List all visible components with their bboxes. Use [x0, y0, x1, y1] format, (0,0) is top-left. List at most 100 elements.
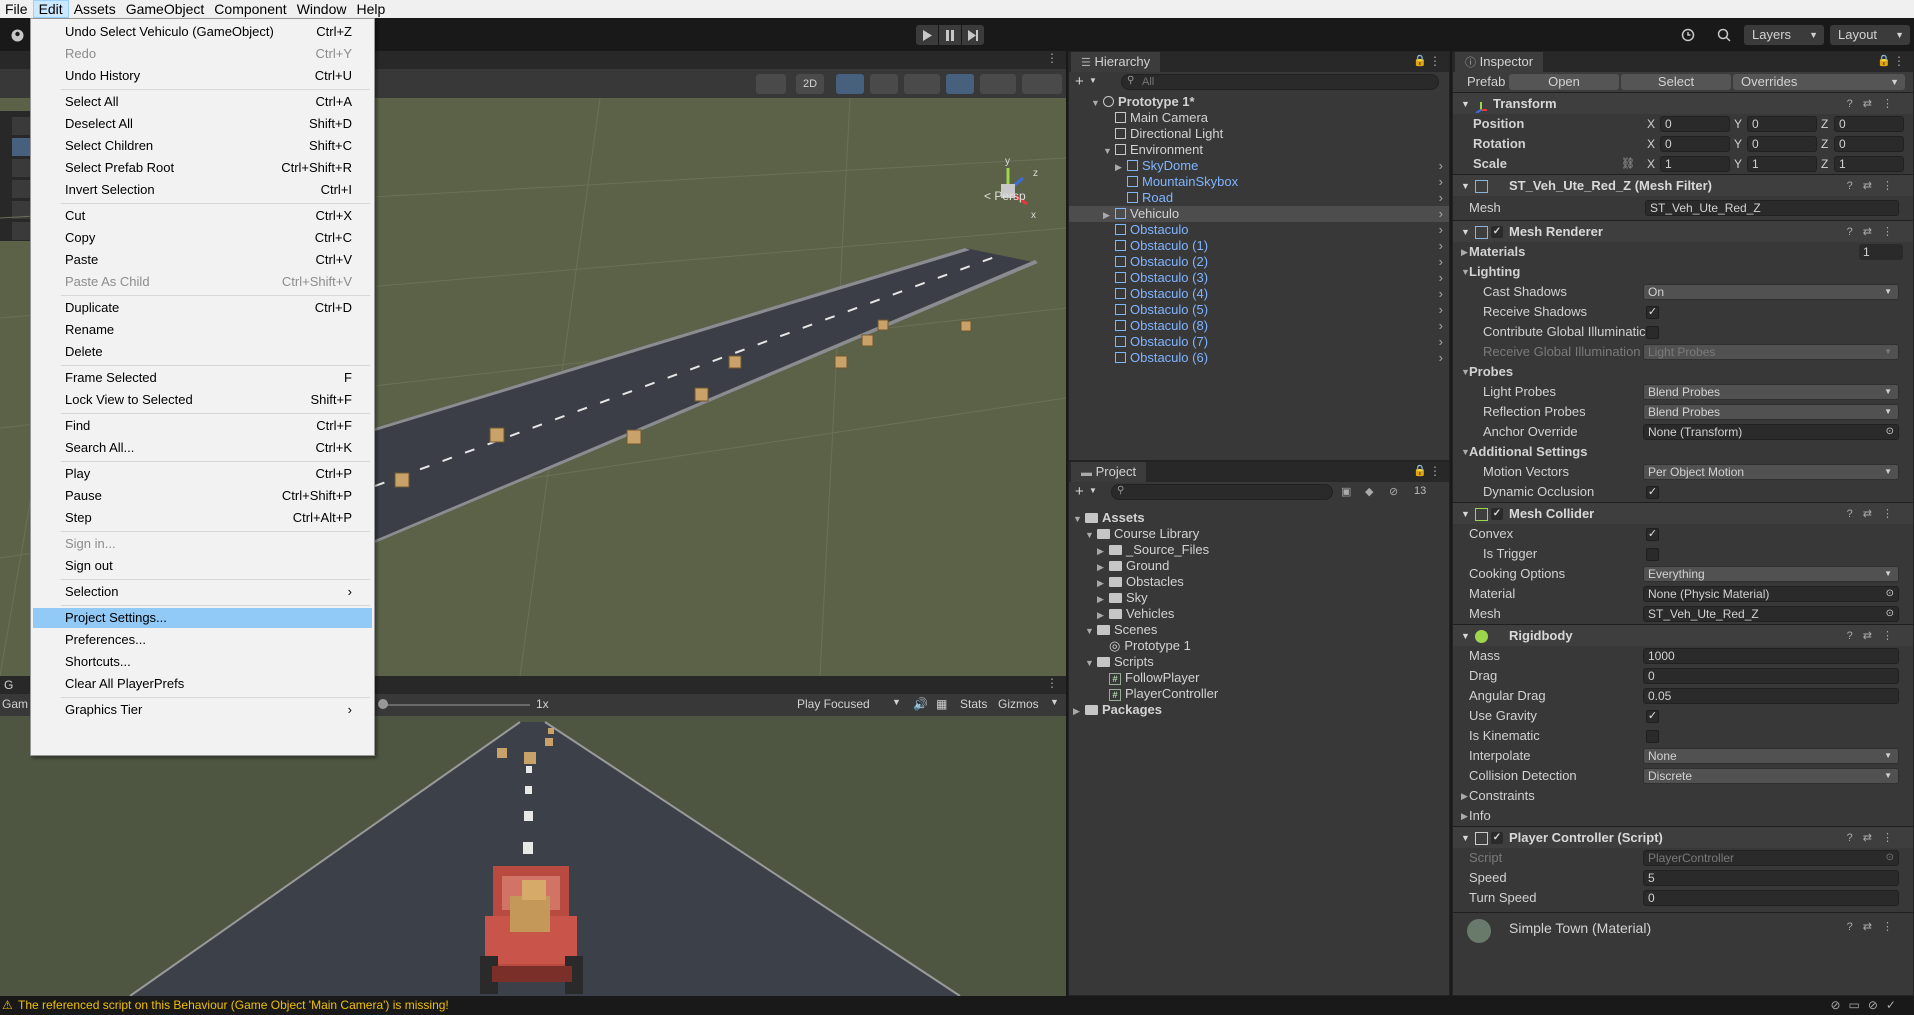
mute-audio-icon[interactable]: 🔊: [913, 697, 928, 711]
transform-rotation-y-field[interactable]: 0: [1747, 136, 1817, 152]
menu-item-sign-out[interactable]: Sign out: [31, 556, 374, 576]
hierarchy-item[interactable]: Obstaculo (2) ›: [1069, 254, 1449, 270]
chevron-right-icon[interactable]: ›: [1439, 222, 1443, 238]
mesh-renderer-enabled-checkbox[interactable]: ✓: [1491, 226, 1503, 238]
chevron-right-icon[interactable]: ›: [1439, 206, 1443, 222]
motion-vectors-dropdown[interactable]: Per Object Motion ▼: [1643, 464, 1899, 480]
fold-arrow-icon[interactable]: ▼: [1085, 527, 1097, 543]
collider-mesh-field[interactable]: ST_Veh_Ute_Red_Z ⊙: [1643, 606, 1899, 622]
audio-toggle-icon[interactable]: [870, 74, 898, 94]
dynamic-occlusion-checkbox[interactable]: ✓: [1646, 486, 1659, 499]
fold-arrow-icon[interactable]: ▼: [1461, 442, 1470, 462]
layout-dropdown[interactable]: Layout ▼: [1830, 25, 1910, 45]
project-item[interactable]: ▶ Packages: [1069, 702, 1449, 718]
hierarchy-item[interactable]: Obstaculo (3) ›: [1069, 270, 1449, 286]
more-menu-icon[interactable]: ⋮: [1893, 54, 1905, 68]
display-dropdown[interactable]: Gam: [2, 697, 28, 711]
component-actions-icon[interactable]: ?⇄⋮: [1847, 93, 1903, 115]
receive-gi-dropdown[interactable]: Light Probes ▼: [1643, 344, 1899, 360]
hidden-packages-icon[interactable]: ⊘: [1389, 485, 1398, 498]
menu-item-search-all[interactable]: Search All... Ctrl+K: [31, 438, 374, 458]
chevron-right-icon[interactable]: ›: [1439, 270, 1443, 286]
menu-item-cut[interactable]: Cut Ctrl+X: [31, 206, 374, 226]
chevron-right-icon[interactable]: ›: [1439, 238, 1443, 254]
account-icon[interactable]: [10, 25, 24, 45]
pause-button[interactable]: [939, 25, 961, 45]
more-menu-icon[interactable]: ⋮: [1046, 676, 1058, 690]
fold-arrow-icon[interactable]: ▼: [1461, 362, 1470, 382]
fold-arrow-icon[interactable]: ▶: [1097, 575, 1109, 591]
menu-component[interactable]: Component: [209, 0, 291, 18]
hierarchy-item[interactable]: Directional Light: [1069, 126, 1449, 142]
script-field[interactable]: PlayerController ⊙: [1643, 850, 1899, 866]
chevron-right-icon[interactable]: ›: [1439, 334, 1443, 350]
fold-arrow-icon[interactable]: ▶: [1073, 703, 1085, 719]
add-icon[interactable]: +: [1075, 483, 1084, 500]
is-trigger-checkbox[interactable]: [1646, 548, 1659, 561]
turn-speed-field[interactable]: 0: [1643, 890, 1899, 906]
constrain-proportions-icon[interactable]: ⛓: [1621, 154, 1635, 174]
draw-mode-icon[interactable]: [756, 74, 786, 94]
menu-help[interactable]: Help: [351, 0, 390, 18]
material-footer[interactable]: Simple Town (Material) ?⇄⋮: [1453, 912, 1913, 943]
more-menu-icon[interactable]: ⋮: [1429, 54, 1441, 68]
hierarchy-item[interactable]: MountainSkybox ›: [1069, 174, 1449, 190]
object-picker-icon[interactable]: ⊙: [1886, 587, 1894, 601]
status-tray-icons[interactable]: ⊘▭⊘✓: [1830, 996, 1904, 1015]
mesh-collider-enabled-checkbox[interactable]: ✓: [1491, 508, 1503, 520]
component-actions-icon[interactable]: ?⇄⋮: [1847, 920, 1903, 933]
hierarchy-item[interactable]: ▶ SkyDome ›: [1069, 158, 1449, 174]
fold-arrow-icon[interactable]: ▶: [1097, 543, 1109, 559]
project-item[interactable]: ▶ Sky: [1069, 590, 1449, 606]
transform-position-x-field[interactable]: 0: [1660, 116, 1730, 132]
mesh-filter-header[interactable]: ▼ ST_Veh_Ute_Red_Z (Mesh Filter) ?⇄⋮: [1453, 174, 1913, 196]
visibility-toggle-icon[interactable]: [946, 74, 974, 94]
menu-item-select-prefab-root[interactable]: Select Prefab Root Ctrl+Shift+R: [31, 158, 374, 178]
menu-item-preferences[interactable]: Preferences...: [31, 630, 374, 650]
anchor-override-field[interactable]: None (Transform) ⊙: [1643, 424, 1899, 440]
chevron-right-icon[interactable]: ›: [1439, 302, 1443, 318]
object-picker-icon[interactable]: ⊙: [1886, 425, 1894, 439]
prefab-select-button[interactable]: Select: [1621, 74, 1731, 90]
menu-item-pause[interactable]: Pause Ctrl+Shift+P: [31, 486, 374, 506]
speed-field[interactable]: 5: [1643, 870, 1899, 886]
convex-checkbox[interactable]: ✓: [1646, 528, 1659, 541]
chevron-right-icon[interactable]: ›: [1439, 158, 1443, 174]
hierarchy-item[interactable]: Obstaculo (4) ›: [1069, 286, 1449, 302]
transform-scale-y-field[interactable]: 1: [1747, 156, 1817, 172]
project-item[interactable]: ▶ Vehicles: [1069, 606, 1449, 622]
prefab-open-button[interactable]: Open: [1509, 74, 1619, 90]
project-item[interactable]: ▼ Assets: [1069, 510, 1449, 526]
menu-item-step[interactable]: Step Ctrl+Alt+P: [31, 508, 374, 528]
add-icon[interactable]: +: [1075, 73, 1084, 90]
project-item[interactable]: # FollowPlayer: [1069, 670, 1449, 686]
prefab-overrides-dropdown[interactable]: Overrides ▼: [1733, 74, 1905, 90]
cooking-options-dropdown[interactable]: Everything ▼: [1643, 566, 1899, 582]
menu-edit[interactable]: Edit: [32, 0, 69, 18]
step-button[interactable]: [962, 25, 984, 45]
interpolate-dropdown[interactable]: None ▼: [1643, 748, 1899, 764]
fold-arrow-icon[interactable]: ▼: [1085, 655, 1097, 671]
is-kinematic-checkbox[interactable]: [1646, 730, 1659, 743]
transform-rotation-z-field[interactable]: 0: [1834, 136, 1904, 152]
hierarchy-item[interactable]: ▼ Environment: [1069, 142, 1449, 158]
contribute-gi-checkbox[interactable]: [1646, 326, 1659, 339]
fold-arrow-icon[interactable]: ▶: [1461, 786, 1468, 806]
fold-arrow-icon[interactable]: ▶: [1097, 607, 1109, 623]
fold-arrow-icon[interactable]: ▶: [1115, 159, 1127, 175]
grid-icon[interactable]: ▦: [936, 697, 947, 711]
menu-item-delete[interactable]: Delete: [31, 342, 374, 362]
menu-item-paste[interactable]: Paste Ctrl+V: [31, 250, 374, 270]
menu-item-invert-selection[interactable]: Invert Selection Ctrl+I: [31, 180, 374, 200]
transform-scale-z-field[interactable]: 1: [1834, 156, 1904, 172]
more-menu-icon[interactable]: ⋮: [1046, 51, 1058, 65]
hierarchy-item[interactable]: Obstaculo (1) ›: [1069, 238, 1449, 254]
hierarchy-item[interactable]: Obstaculo (8) ›: [1069, 318, 1449, 334]
gizmos-button[interactable]: Gizmos: [998, 697, 1039, 711]
collider-material-field[interactable]: None (Physic Material) ⊙: [1643, 586, 1899, 602]
menu-item-play[interactable]: Play Ctrl+P: [31, 464, 374, 484]
project-item[interactable]: ▶ _Source_Files: [1069, 542, 1449, 558]
project-search-input[interactable]: [1111, 484, 1333, 500]
menu-item-clear-all-playerprefs[interactable]: Clear All PlayerPrefs: [31, 674, 374, 694]
project-item[interactable]: ▼ Course Library: [1069, 526, 1449, 542]
